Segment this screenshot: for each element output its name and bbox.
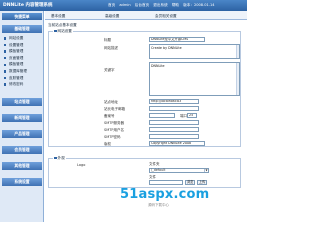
section-legend: 外观 [53,156,66,161]
sidebar-item-site-settings[interactable]: 网站设置 [4,35,40,42]
tab-basic-settings[interactable]: 基本设置 [51,13,65,20]
sidebar-group-members[interactable]: 会员管理 [2,146,42,154]
top-nav-home[interactable]: 首页 [108,3,115,8]
sidebar-group-news[interactable]: 新闻管理 [2,114,42,122]
sidebar-group-site[interactable]: 站点管理 [2,98,42,106]
description-textarea[interactable]: Create by DNNLite [149,44,240,59]
bullet-icon [4,63,7,67]
section-icon [54,156,57,160]
watermark-subtitle: 源码下载中心 [148,203,169,207]
browse-button[interactable]: 浏览 [185,180,195,185]
sidebar-header: 快捷菜单 [2,13,42,20]
smtp-user-input[interactable] [149,127,199,132]
smtp-user-label: SMTP用户名 [104,128,124,132]
icp-label: 备案号 [104,114,115,118]
sidebar-item-database[interactable]: 数据库管理 [4,68,40,75]
version-label: 版本：2008.01.14 [183,3,215,7]
bullet-icon [4,83,7,86]
tab-advanced-settings[interactable]: 高级设置 [105,13,119,20]
top-nav: 首页 admin 后台首页 退出系统 帮助 版本：2008.01.14 [108,3,218,8]
appearance-section: 外观 Logo 文件夹 /_default ▼ 文件 浏览 上传 [48,156,241,188]
file-input[interactable] [149,180,183,185]
watermark-logo: 51aspx.com [120,187,210,202]
description-label: 网站描述 [104,46,118,50]
top-nav-user[interactable]: admin [119,3,130,7]
top-nav-help[interactable]: 帮助 [172,3,179,8]
copyright-label: 版权 [104,142,111,146]
bullet-icon [4,70,7,73]
smtp-password-label: SMTP密码 [104,135,121,139]
smtp-password-input[interactable] [149,134,199,139]
logo-label: Logo [77,163,86,167]
sidebar-item-templates[interactable]: 模板管理 [4,48,40,55]
bullet-icon [4,43,7,47]
sidebar-group-basic[interactable]: 基础管理 [2,25,42,33]
email-label: 站长电子邮箱 [104,107,125,111]
sidebar-item-password[interactable]: 修改密码 [4,81,40,88]
sidebar: 快捷菜单 基础管理 网站设置 设置管理 模板管理 页面管理 模板管理 数据库管理… [0,11,44,222]
email-input[interactable] [149,106,199,111]
folder-select[interactable]: /_default ▼ [149,168,209,173]
site-settings-section: 网站设置 标题 DNNLite是中文开源CMS 网站描述 Create by D… [48,29,241,147]
top-nav-logout[interactable]: 退出系统 [153,3,167,8]
section-icon [54,29,57,33]
bullet-icon [4,76,7,80]
top-bar: DNNLite 内容管理系统 首页 admin 后台首页 退出系统 帮助 版本：… [0,0,247,11]
sidebar-group-products[interactable]: 产品管理 [2,130,42,138]
site-url-label: 站点地址 [104,100,118,104]
keywords-label: 关键字 [104,68,115,72]
sidebar-item-templates-2[interactable]: 模板管理 [4,61,40,68]
sidebar-item-settings[interactable]: 设置管理 [4,42,40,49]
title-input[interactable]: DNNLite是中文开源CMS [149,37,205,42]
icp-input[interactable] [149,113,175,118]
keywords-textarea[interactable]: DNNLite [149,62,240,96]
tab-bar: 基本设置 高级设置 会员相关设置 [45,11,247,20]
upload-button[interactable]: 上传 [197,180,207,185]
bullet-icon [4,37,7,40]
copyright-input[interactable]: Copyright DNNLite 2008 [149,141,205,146]
page-title: 当前站点基本设置 [48,23,77,27]
section-legend: 网站设置 [53,29,73,34]
app-logo: DNNLite 内容管理系统 [3,3,53,8]
chevron-down-icon: ▼ [204,169,208,172]
smtp-server-input[interactable] [149,120,199,125]
smtp-server-label: SMTP服务器 [104,121,124,125]
sidebar-item-skins[interactable]: 皮肤管理 [4,75,40,82]
sidebar-list: 网站设置 设置管理 模板管理 页面管理 模板管理 数据库管理 皮肤管理 修改密码 [4,35,40,88]
title-label: 标题 [104,38,111,42]
tab-member-settings[interactable]: 会员相关设置 [155,13,177,20]
textarea-scrollbar[interactable] [236,63,239,95]
textarea-scrollbar[interactable] [236,45,239,58]
folder-label: 文件夹 [149,162,160,166]
sidebar-group-other[interactable]: 其他管理 [2,162,42,170]
top-nav-admin-home[interactable]: 后台首页 [135,3,149,8]
port-label: 端口 [180,114,187,118]
bullet-icon [4,57,7,60]
site-url-input[interactable]: http://localhost:83 [149,99,199,104]
bullet-icon [4,50,7,53]
port-input[interactable]: 25 [187,113,197,118]
sidebar-item-pages[interactable]: 页面管理 [4,55,40,62]
sidebar-group-system[interactable]: 系统设置 [2,178,42,186]
